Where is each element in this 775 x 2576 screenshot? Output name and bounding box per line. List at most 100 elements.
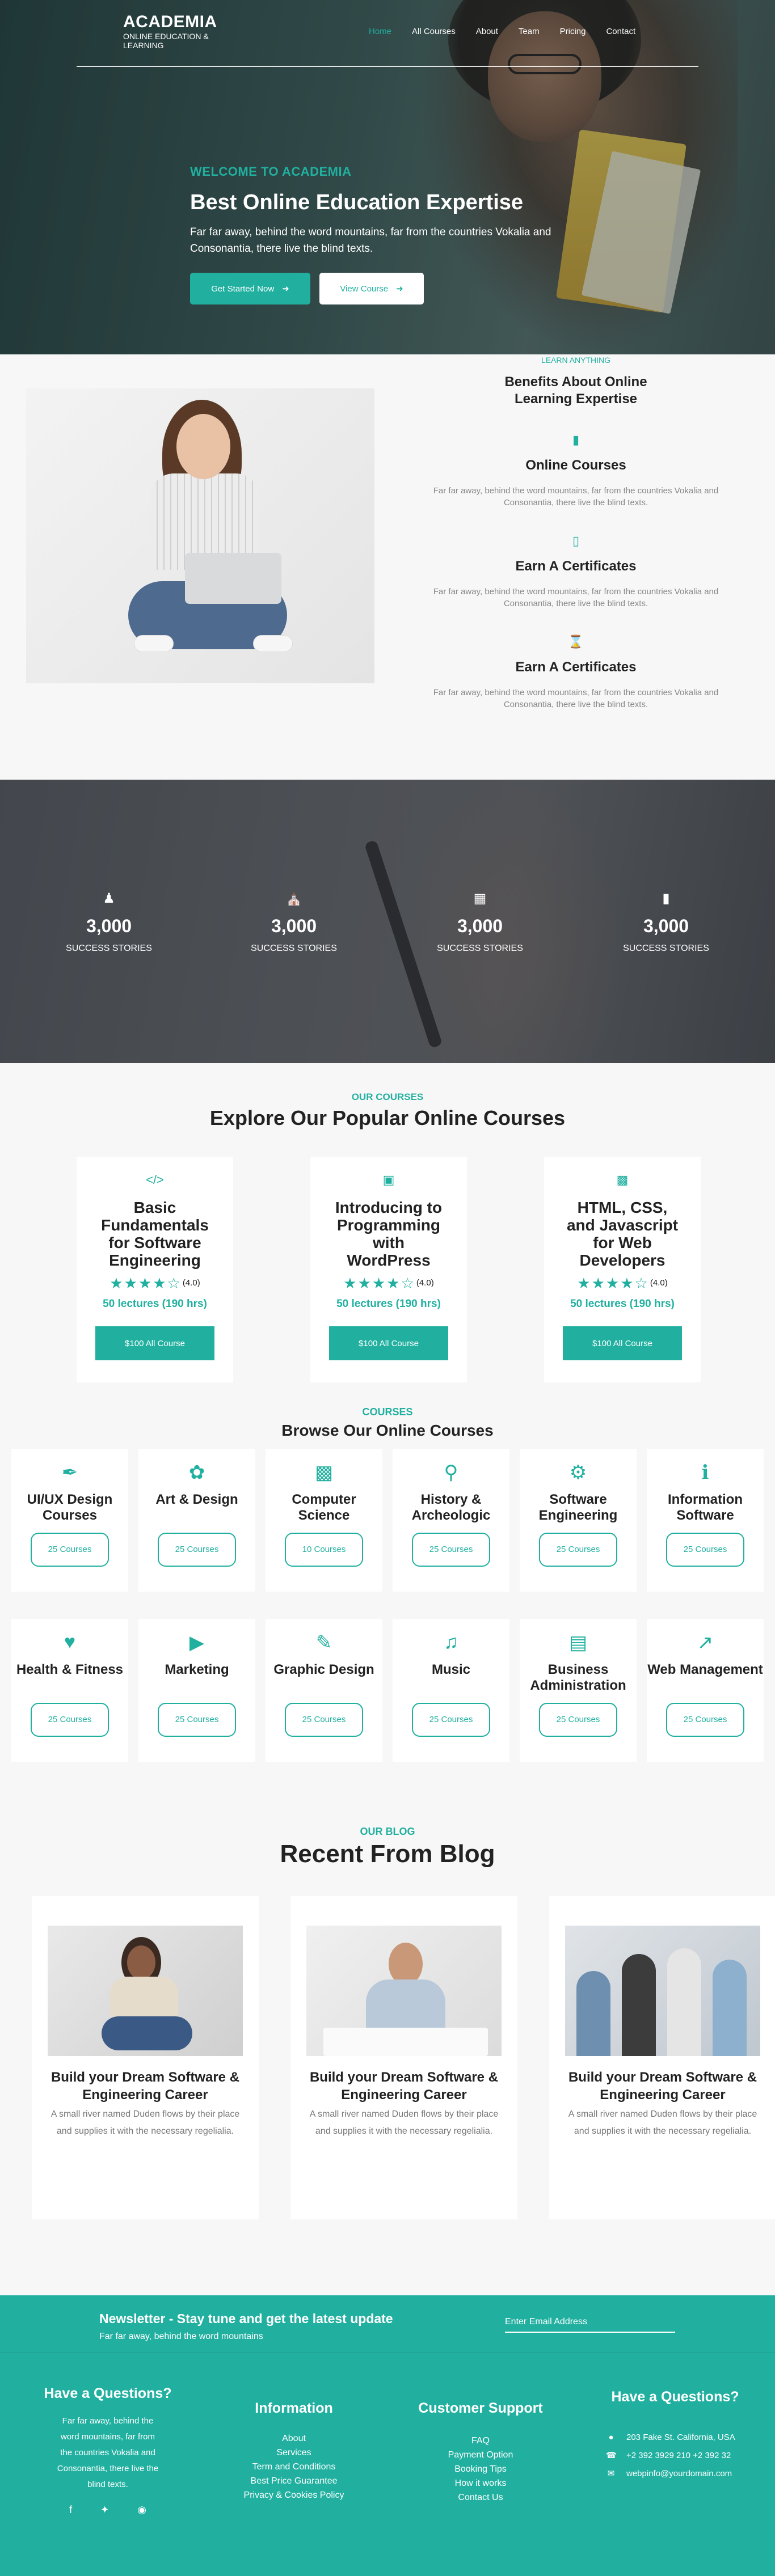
blog-post-title[interactable]: Build your Dream Software & Engineering … — [290, 2069, 517, 2104]
blog-card[interactable]: Build your Dream Software & Engineering … — [290, 1896, 517, 2219]
stat-label: SUCCESS STORIES — [437, 944, 523, 953]
course-card[interactable]: ▣ Introducing to Programming with WordPr… — [310, 1157, 467, 1382]
category-name: Marketing — [165, 1662, 229, 1677]
newsletter-subtitle: Far far away, behind the word mountains — [99, 2332, 263, 2341]
blog-post-title[interactable]: Build your Dream Software & Engineering … — [32, 2069, 259, 2104]
category-card[interactable]: ♫ Music 25 Courses — [393, 1619, 509, 1762]
category-card[interactable]: ▶ Marketing 25 Courses — [138, 1619, 255, 1762]
course-price-button[interactable]: $100 All Course — [95, 1326, 214, 1360]
category-count-button[interactable]: 25 Courses — [412, 1533, 490, 1567]
footer-link[interactable]: Payment Option — [412, 2448, 549, 2462]
contact-list: ● 203 Fake St. California, USA ☎ +2 392 … — [606, 2428, 760, 2482]
footer-contact: Have a Questions? ● 203 Fake St. Califor… — [590, 2353, 760, 2482]
category-card[interactable]: ⚲ History & Archeologic 25 Courses — [393, 1449, 509, 1592]
nav-all-courses[interactable]: All Courses — [402, 27, 466, 36]
view-course-button[interactable]: View Course ➜ — [319, 273, 424, 304]
site-logo[interactable]: ACADEMIA ONLINE EDUCATION & LEARNING — [123, 12, 237, 50]
category-count-button[interactable]: 10 Courses — [285, 1533, 363, 1567]
rating-value: (4.0) — [416, 1278, 434, 1288]
blog-post-title[interactable]: Build your Dream Software & Engineering … — [549, 2069, 775, 2104]
contact-email[interactable]: ✉ webpinfo@yourdomain.com — [606, 2464, 760, 2482]
category-card[interactable]: ♥ Health & Fitness 25 Courses — [11, 1619, 128, 1762]
category-card[interactable]: ▩ Computer Science 10 Courses — [266, 1449, 382, 1592]
course-lectures: 50 lectures (190 hrs) — [103, 1298, 207, 1310]
pen-nib-icon: ✒ — [61, 1462, 78, 1483]
contact-phone[interactable]: ☎ +2 392 3929 210 +2 392 32 — [606, 2446, 760, 2464]
blog-card[interactable]: Build your Dream Software & Engineering … — [32, 1896, 259, 2219]
stats-section: ♟ 3,000 SUCCESS STORIES ⛪ 3,000 SUCCESS … — [0, 780, 775, 1063]
hero-buttons: Get Started Now ➜ View Course ➜ — [190, 273, 599, 304]
facebook-icon[interactable]: f — [69, 2504, 72, 2516]
category-card[interactable]: ✎ Graphic Design 25 Courses — [266, 1619, 382, 1762]
footer-link[interactable]: Privacy & Cookies Policy — [226, 2488, 362, 2502]
benefits-kicker: LEARN ANYTHING — [541, 356, 611, 365]
student-with-laptop-photo — [26, 388, 374, 683]
twitter-icon[interactable]: ✦ — [100, 2504, 109, 2516]
course-card[interactable]: </> Basic Fundamentals for Software Engi… — [77, 1157, 233, 1382]
footer-support: Customer Support FAQ Payment Option Book… — [412, 2353, 549, 2505]
category-count-button[interactable]: 25 Courses — [666, 1703, 744, 1737]
category-count-button[interactable]: 25 Courses — [539, 1703, 617, 1737]
phone-text: +2 392 3929 210 +2 392 32 — [626, 2450, 731, 2460]
category-count-button[interactable]: 25 Courses — [158, 1703, 236, 1737]
nav-about[interactable]: About — [466, 27, 508, 36]
footer-link[interactable]: FAQ — [412, 2434, 549, 2448]
category-card[interactable]: ↗ Web Management 25 Courses — [647, 1619, 764, 1762]
calendar-icon: ▦ — [473, 891, 487, 906]
footer-link[interactable]: Contact Us — [412, 2490, 549, 2505]
video-icon: ▶ — [189, 1632, 205, 1653]
email-text: webpinfo@yourdomain.com — [626, 2468, 732, 2478]
blog-card[interactable]: Build your Dream Software & Engineering … — [549, 1896, 775, 2219]
browse-kicker: COURSES — [362, 1406, 413, 1418]
benefit-text: Far far away, behind the word mountains,… — [433, 486, 719, 507]
address-text: 203 Fake St. California, USA — [626, 2432, 735, 2442]
benefit-item: ▯ Earn A Certificates Far far away, behi… — [431, 534, 721, 610]
course-card[interactable]: ▩ HTML, CSS, and Javascript for Web Deve… — [544, 1157, 701, 1382]
code-icon: </> — [146, 1173, 164, 1187]
top-navigation: ACADEMIA ONLINE EDUCATION & LEARNING Hom… — [77, 10, 698, 67]
stat-value: 3,000 — [271, 916, 317, 936]
footer-link[interactable]: How it works — [412, 2476, 549, 2490]
category-count-button[interactable]: 25 Courses — [539, 1533, 617, 1567]
category-name: Web Management — [647, 1662, 763, 1677]
nav-team[interactable]: Team — [508, 27, 550, 36]
category-name: Computer Science — [292, 1492, 356, 1523]
rating-stars: ★★★★☆ (4.0) — [343, 1275, 434, 1292]
blog-image[interactable] — [306, 1926, 502, 2056]
footer-link[interactable]: About — [226, 2431, 362, 2446]
course-title: Introducing to Programming with WordPres… — [335, 1199, 443, 1269]
category-count-button[interactable]: 25 Courses — [31, 1703, 109, 1737]
footer-link[interactable]: Term and Conditions — [226, 2460, 362, 2474]
nav-contact[interactable]: Contact — [596, 27, 646, 36]
category-card[interactable]: ⚙ Software Engineering 25 Courses — [520, 1449, 637, 1592]
course-price-button[interactable]: $100 All Course — [329, 1326, 448, 1360]
footer-link[interactable]: Services — [226, 2446, 362, 2460]
category-card[interactable]: ✒ UI/UX Design Courses 25 Courses — [11, 1449, 128, 1592]
nav-home[interactable]: Home — [359, 27, 402, 36]
nav-pricing[interactable]: Pricing — [550, 27, 596, 36]
category-card[interactable]: ℹ Information Software 25 Courses — [647, 1449, 764, 1592]
popular-kicker: OUR COURSES — [351, 1092, 424, 1102]
category-count-button[interactable]: 25 Courses — [285, 1703, 363, 1737]
support-links: FAQ Payment Option Booking Tips How it w… — [412, 2434, 549, 2505]
footer-support-title: Customer Support — [418, 2400, 543, 2416]
instagram-icon[interactable]: ◉ — [137, 2504, 146, 2516]
benefit-text: Far far away, behind the word mountains,… — [433, 688, 719, 709]
category-count-button[interactable]: 25 Courses — [412, 1703, 490, 1737]
course-price-button[interactable]: $100 All Course — [563, 1326, 682, 1360]
contact-address: ● 203 Fake St. California, USA — [606, 2428, 760, 2446]
category-count-button[interactable]: 25 Courses — [158, 1533, 236, 1567]
category-count-button[interactable]: 25 Courses — [31, 1533, 109, 1567]
blog-kicker: OUR BLOG — [360, 1826, 415, 1837]
category-name: Graphic Design — [273, 1662, 374, 1677]
blog-image[interactable] — [565, 1926, 760, 2056]
category-card[interactable]: ✿ Art & Design 25 Courses — [138, 1449, 255, 1592]
footer-about-title: Have a Questions? — [44, 2385, 172, 2401]
footer-link[interactable]: Booking Tips — [412, 2462, 549, 2476]
blog-image[interactable] — [48, 1926, 243, 2056]
category-card[interactable]: ▤ Business Administration 25 Courses — [520, 1619, 637, 1762]
get-started-button[interactable]: Get Started Now ➜ — [190, 273, 310, 304]
category-count-button[interactable]: 25 Courses — [666, 1533, 744, 1567]
footer-link[interactable]: Best Price Guarantee — [226, 2474, 362, 2488]
newsletter-email-input[interactable]: Enter Email Address — [505, 2312, 675, 2333]
